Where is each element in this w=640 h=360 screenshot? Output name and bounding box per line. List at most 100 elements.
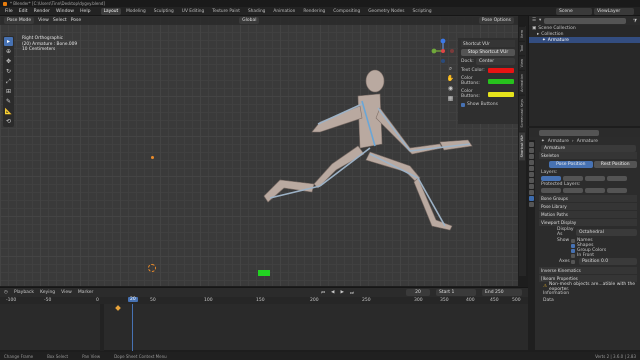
data-panel[interactable]: Data: [539, 297, 637, 304]
layers-grid[interactable]: [541, 176, 637, 181]
scene-selector[interactable]: Scene: [556, 7, 592, 15]
3d-viewport[interactable]: Pose Mode View Select Pose Global Pose O…: [0, 16, 518, 286]
skeleton-panel[interactable]: Skeleton: [539, 152, 637, 159]
world-props-icon[interactable]: [529, 172, 534, 177]
display-as-select[interactable]: Octahedral: [576, 228, 637, 236]
tab-texture-paint[interactable]: Texture Paint: [209, 8, 243, 15]
viewport-display-panel[interactable]: Viewport Display: [539, 219, 637, 226]
tab-geometry-nodes[interactable]: Geometry Nodes: [365, 8, 407, 15]
annotate-tool-icon[interactable]: ✎: [4, 97, 13, 106]
3d-cursor-icon[interactable]: [148, 264, 156, 272]
menu-render[interactable]: Render: [32, 9, 52, 14]
tool-props-icon[interactable]: [529, 142, 534, 147]
properties-search-input[interactable]: [539, 129, 599, 136]
tab-rendering[interactable]: Rendering: [300, 8, 328, 15]
bone-props-icon[interactable]: [529, 202, 534, 207]
motion-paths-panel[interactable]: Motion Paths: [539, 211, 637, 218]
menu-help[interactable]: Help: [78, 9, 92, 14]
timeline-menu-marker[interactable]: Marker: [78, 290, 94, 295]
view-layer-selector[interactable]: ViewLayer: [594, 7, 634, 15]
in-front-checkbox[interactable]: [571, 253, 575, 258]
keyframe-marker[interactable]: [115, 305, 121, 311]
armature-data-props-icon[interactable]: [529, 196, 534, 201]
output-props-icon[interactable]: [529, 154, 534, 159]
tab-scripting[interactable]: Scripting: [409, 8, 434, 15]
filter-icon[interactable]: ⧩: [633, 18, 637, 24]
viewport-menu-select[interactable]: Select: [53, 18, 67, 23]
axes-position-field[interactable]: Position 0.0: [579, 258, 637, 265]
shapes-checkbox[interactable]: [571, 243, 575, 248]
menu-window[interactable]: Window: [54, 9, 76, 14]
pose-library-panel[interactable]: Pose Library: [539, 203, 637, 210]
pose-options[interactable]: Pose Options: [478, 17, 514, 24]
object-props-icon[interactable]: [529, 178, 534, 183]
buttons-color-swatch[interactable]: [488, 78, 514, 84]
playhead-line[interactable]: [132, 304, 133, 351]
tab-shortcut-vur[interactable]: Shortcut VUr: [519, 130, 525, 160]
playhead-label[interactable]: 20: [128, 297, 138, 302]
physics-props-icon[interactable]: [529, 184, 534, 189]
viewport-menu-view[interactable]: View: [38, 18, 49, 23]
timeline-editor-icon[interactable]: ◷: [4, 290, 8, 295]
tab-animation-side[interactable]: Animation: [519, 70, 525, 95]
axes-checkbox[interactable]: [571, 259, 575, 264]
jump-end-icon[interactable]: ⏭: [350, 290, 354, 296]
outliner-row-armature[interactable]: ✦ Armature: [529, 37, 640, 43]
menu-edit[interactable]: Edit: [17, 9, 30, 14]
shortcut-panel-header[interactable]: Shortcut VUr: [461, 40, 515, 47]
inverse-kinematics-panel[interactable]: Inverse Kinematics: [539, 267, 637, 274]
end-frame-field[interactable]: End 250: [482, 289, 522, 296]
current-frame-field[interactable]: 20: [406, 289, 430, 296]
play-icon[interactable]: ▶: [340, 290, 343, 295]
timeline-menu-view[interactable]: View: [61, 290, 72, 295]
tab-tool[interactable]: Tool: [519, 40, 525, 55]
outliner-editor-icon[interactable]: ☰: [532, 18, 536, 23]
dock-selector[interactable]: Center: [476, 58, 515, 65]
text-color-swatch[interactable]: [488, 68, 514, 73]
armature-name-field[interactable]: Armature: [541, 145, 636, 152]
tab-compositing[interactable]: Compositing: [330, 8, 363, 15]
cursor-tool-icon[interactable]: ⊕: [4, 47, 13, 56]
tab-shading[interactable]: Shading: [245, 8, 268, 15]
scene-props-icon[interactable]: [529, 166, 534, 171]
bone-groups-panel[interactable]: Bone Groups: [539, 195, 637, 202]
timeline-menu-keying[interactable]: Keying: [40, 290, 55, 295]
roll-tool-icon[interactable]: ⟲: [4, 117, 13, 126]
select-tool-icon[interactable]: ▸: [4, 37, 13, 46]
stop-shortcut-button[interactable]: Stop Shortcut VUr: [461, 49, 515, 56]
rest-position-button[interactable]: Rest Position: [593, 161, 637, 168]
jump-start-icon[interactable]: ⏮: [321, 290, 325, 296]
transform-tool-icon[interactable]: ⊞: [4, 87, 13, 96]
tab-view[interactable]: View: [519, 54, 525, 71]
start-frame-field[interactable]: Start 1: [436, 289, 476, 296]
measure-tool-icon[interactable]: 📐: [4, 107, 13, 116]
show-buttons-checkbox[interactable]: [461, 102, 465, 107]
protected-layers-grid[interactable]: [541, 188, 637, 193]
tab-animation[interactable]: Animation: [270, 8, 298, 15]
outliner-search-input[interactable]: [544, 17, 626, 24]
group-colors-checkbox[interactable]: [571, 248, 575, 253]
menu-file[interactable]: File: [3, 9, 15, 14]
timeline[interactable]: ◷ Playback Keying View Marker ⏮ ◀ ▶ ⏭ 20…: [0, 287, 528, 351]
move-tool-icon[interactable]: ✥: [4, 57, 13, 66]
mode-selector[interactable]: Pose Mode: [4, 17, 35, 24]
tab-item[interactable]: Item: [519, 26, 525, 41]
scale-tool-icon[interactable]: ⤢: [4, 77, 13, 86]
tab-layout[interactable]: Layout: [100, 7, 122, 15]
frame-ruler[interactable]: -100 -50 0 20 50 100 150 200 250 300 350…: [0, 297, 528, 304]
tab-sculpting[interactable]: Sculpting: [151, 8, 177, 15]
armature-figure[interactable]: [240, 56, 490, 246]
play-reverse-icon[interactable]: ◀: [331, 290, 334, 295]
transform-orientation[interactable]: Global: [239, 17, 260, 24]
display-mode-icon[interactable]: ▾: [539, 18, 541, 23]
view-layer-props-icon[interactable]: [529, 160, 534, 165]
pose-position-button[interactable]: Pose Position: [549, 161, 593, 168]
timeline-menu-playback[interactable]: Playback: [14, 290, 34, 295]
names-checkbox[interactable]: [571, 238, 575, 243]
tab-uv-editing[interactable]: UV Editing: [179, 8, 207, 15]
buttons2-color-swatch[interactable]: [488, 91, 514, 97]
constraints-props-icon[interactable]: [529, 190, 534, 195]
viewport-menu-pose[interactable]: Pose: [71, 18, 81, 23]
render-props-icon[interactable]: [529, 148, 534, 153]
tab-screencast-keys[interactable]: Screencast Keys: [519, 94, 525, 131]
